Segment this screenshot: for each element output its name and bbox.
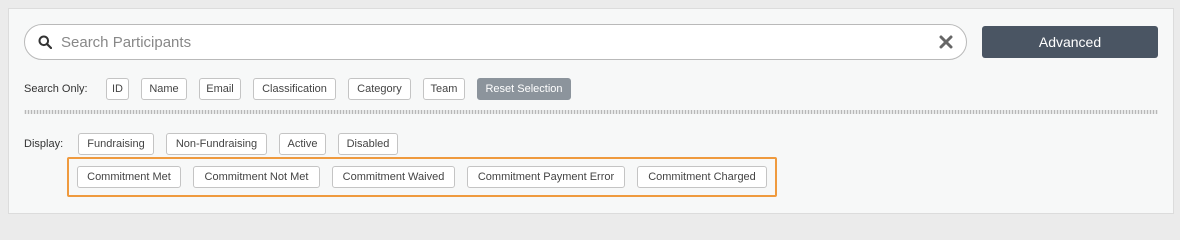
advanced-button[interactable]: Advanced [982,26,1158,58]
display-label: Display: [24,138,64,150]
display-chip-disabled[interactable]: Disabled [338,133,398,155]
search-input[interactable] [61,31,921,53]
display-chip-commitment-payment-error[interactable]: Commitment Payment Error [467,166,625,188]
display-chip-commitment-met[interactable]: Commitment Met [77,166,181,188]
display-chip-commitment-charged[interactable]: Commitment Charged [637,166,767,188]
search-only-label: Search Only: [24,83,88,95]
display-chip-active[interactable]: Active [279,133,326,155]
search-only-chip-id[interactable]: ID [106,78,129,100]
display-chip-commitment-not-met[interactable]: Commitment Not Met [193,166,320,188]
section-divider [24,110,1158,114]
search-only-chip-category[interactable]: Category [348,78,411,100]
search-icon [38,35,52,49]
search-bar [24,24,967,60]
close-icon[interactable] [939,35,953,49]
display-chip-commitment-waived[interactable]: Commitment Waived [332,166,455,188]
search-only-chip-classification[interactable]: Classification [253,78,336,100]
reset-selection-button[interactable]: Reset Selection [477,78,571,100]
display-chip-non-fundraising[interactable]: Non-Fundraising [166,133,267,155]
search-only-chip-team[interactable]: Team [423,78,465,100]
display-chip-fundraising[interactable]: Fundraising [78,133,154,155]
search-only-chip-email[interactable]: Email [199,78,241,100]
search-only-chip-name[interactable]: Name [141,78,187,100]
